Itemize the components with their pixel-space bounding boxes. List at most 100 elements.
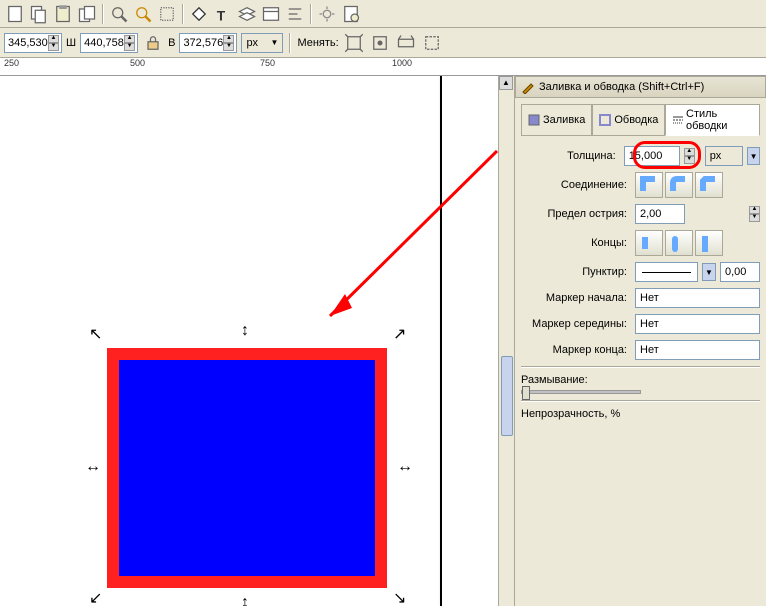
- transform-mode-icon[interactable]: [343, 32, 365, 54]
- selection-handles: ↖ ↕ ↗ ↔ ↔ ↙ ↕ ↘: [95, 336, 399, 600]
- handle-w[interactable]: ↔: [85, 462, 97, 474]
- tab-stroke[interactable]: Обводка: [592, 104, 665, 136]
- lock-icon[interactable]: [142, 32, 164, 54]
- tab-fill[interactable]: Заливка: [521, 104, 592, 136]
- spin-up-icon[interactable]: ▲: [223, 35, 234, 43]
- tabs: Заливка Обводка Стиль обводки: [521, 104, 760, 136]
- separator: [521, 400, 760, 402]
- join-bevel-button[interactable]: [695, 172, 723, 198]
- handle-nw[interactable]: ↖: [89, 330, 101, 342]
- fill-icon[interactable]: [188, 3, 210, 25]
- width-input[interactable]: ▲▼: [80, 33, 138, 53]
- separator: [182, 4, 184, 24]
- cap-butt-button[interactable]: [635, 230, 663, 256]
- fill-tab-icon: [528, 114, 540, 126]
- main-area: ↖ ↕ ↗ ↔ ↔ ↙ ↕ ↘ ▲ Заливка и обводка (Shi…: [0, 76, 766, 606]
- spin-down-icon[interactable]: ▼: [684, 156, 695, 164]
- marker-end-combo[interactable]: Нет: [635, 340, 760, 360]
- spin-down-icon[interactable]: ▼: [223, 43, 234, 51]
- duplicate-icon[interactable]: [76, 3, 98, 25]
- panel-body: Заливка Обводка Стиль обводки Толщина: ▲…: [515, 98, 766, 426]
- opacity-label: Непрозрачность, %: [521, 408, 760, 420]
- combo-arrow-icon[interactable]: ▼: [702, 263, 716, 281]
- cap-label: Концы:: [521, 237, 631, 249]
- transform-mode4-icon[interactable]: [421, 32, 443, 54]
- dash-offset-input[interactable]: [720, 262, 760, 282]
- spin-up-icon[interactable]: ▲: [124, 35, 135, 43]
- dash-label: Пунктир:: [521, 266, 631, 278]
- spin-up-icon[interactable]: ▲: [48, 35, 59, 43]
- marker-mid-label: Маркер середины:: [521, 318, 631, 330]
- handle-e[interactable]: ↔: [397, 462, 409, 474]
- zoom-icon[interactable]: [108, 3, 130, 25]
- stroke-style-tab-icon: [672, 114, 683, 126]
- handle-n[interactable]: ↕: [241, 326, 253, 338]
- join-round-button[interactable]: [665, 172, 693, 198]
- marker-mid-combo[interactable]: Нет: [635, 314, 760, 334]
- panel-title: Заливка и обводка (Shift+Ctrl+F): [515, 76, 766, 98]
- unit-combo[interactable]: px▼: [241, 33, 283, 53]
- copy-icon[interactable]: [28, 3, 50, 25]
- slider-thumb[interactable]: [522, 386, 530, 400]
- brush-icon: [521, 80, 535, 94]
- cap-round-button[interactable]: [665, 230, 693, 256]
- width-label: Толщина:: [521, 150, 620, 162]
- fill-stroke-panel: Заливка и обводка (Shift+Ctrl+F) Заливка…: [514, 76, 766, 606]
- handle-se[interactable]: ↘: [393, 594, 405, 606]
- text-icon[interactable]: T: [212, 3, 234, 25]
- scroll-up-icon[interactable]: ▲: [499, 76, 513, 90]
- horizontal-ruler: 250 500 750 1000: [0, 58, 766, 76]
- new-icon[interactable]: [4, 3, 26, 25]
- top-toolbar: T: [0, 0, 766, 28]
- coords-toolbar: ▲▼ Ш ▲▼ В ▲▼ px▼ Менять:: [0, 28, 766, 58]
- handle-ne[interactable]: ↗: [393, 330, 405, 342]
- join-label: Соединение:: [521, 179, 631, 191]
- coord-input[interactable]: ▲▼: [4, 33, 62, 53]
- handle-s[interactable]: ↕: [241, 598, 253, 606]
- separator: [521, 366, 760, 368]
- separator: [310, 4, 312, 24]
- width-label: Ш: [66, 37, 76, 49]
- paste-icon[interactable]: [52, 3, 74, 25]
- tab-stroke-style[interactable]: Стиль обводки: [665, 104, 760, 136]
- handle-sw[interactable]: ↙: [89, 594, 101, 606]
- blur-label: Размывание:: [521, 374, 760, 386]
- change-label: Менять:: [297, 37, 338, 49]
- vertical-scrollbar[interactable]: ▲: [498, 76, 514, 606]
- align-icon[interactable]: [284, 3, 306, 25]
- marker-end-label: Маркер конца:: [521, 344, 631, 356]
- width-unit-combo[interactable]: px: [705, 146, 744, 166]
- canvas-outside: [442, 76, 498, 606]
- join-miter-button[interactable]: [635, 172, 663, 198]
- dash-combo[interactable]: [635, 262, 698, 282]
- marker-start-combo[interactable]: Нет: [635, 288, 760, 308]
- height-input[interactable]: ▲▼: [179, 33, 237, 53]
- spin-up-icon[interactable]: ▲: [684, 148, 695, 156]
- spin-down-icon[interactable]: ▼: [48, 43, 59, 51]
- marker-start-label: Маркер начала:: [521, 292, 631, 304]
- spin-up-icon[interactable]: ▲: [749, 206, 760, 214]
- stroke-width-input[interactable]: [624, 146, 680, 166]
- miter-label: Предел острия:: [521, 208, 631, 220]
- transform-mode2-icon[interactable]: [369, 32, 391, 54]
- height-label: В: [168, 37, 175, 49]
- doc-props-icon[interactable]: [340, 3, 362, 25]
- separator: [102, 4, 104, 24]
- separator: [289, 33, 291, 53]
- scroll-thumb[interactable]: [501, 356, 513, 436]
- prefs-icon[interactable]: [316, 3, 338, 25]
- transform-mode3-icon[interactable]: [395, 32, 417, 54]
- spin-down-icon[interactable]: ▼: [124, 43, 135, 51]
- combo-arrow-icon[interactable]: ▼: [747, 147, 760, 165]
- spin-down-icon[interactable]: ▼: [749, 214, 760, 222]
- cap-square-button[interactable]: [695, 230, 723, 256]
- layers-icon[interactable]: [236, 3, 258, 25]
- svg-text:T: T: [217, 8, 226, 23]
- canvas[interactable]: ↖ ↕ ↗ ↔ ↔ ↙ ↕ ↘: [0, 76, 498, 606]
- miter-input[interactable]: [635, 204, 685, 224]
- xml-icon[interactable]: [260, 3, 282, 25]
- blur-slider[interactable]: [521, 390, 641, 394]
- zoom-page-icon[interactable]: [156, 3, 178, 25]
- zoom-fit-icon[interactable]: [132, 3, 154, 25]
- stroke-tab-icon: [599, 114, 611, 126]
